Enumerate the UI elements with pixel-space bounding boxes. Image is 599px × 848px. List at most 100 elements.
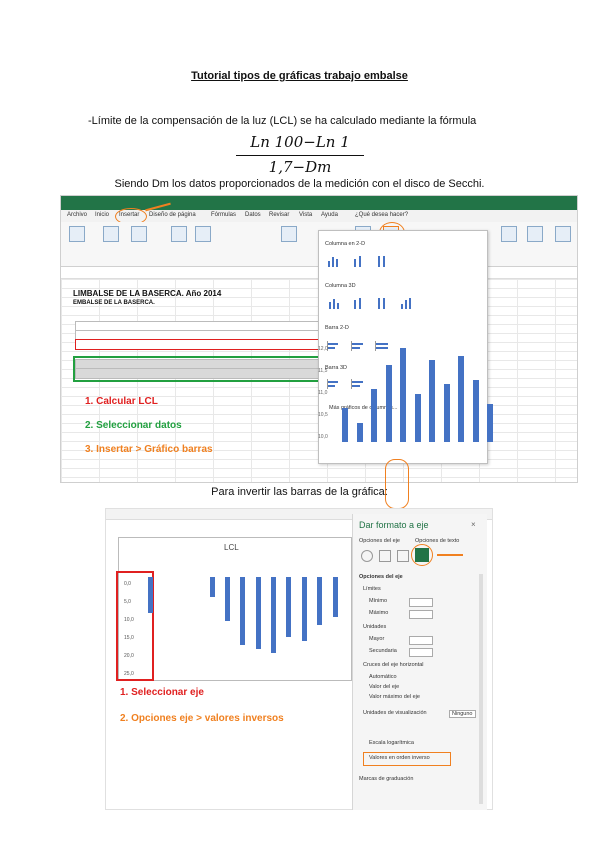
axis-label: 0,0 <box>124 581 131 587</box>
tab-formulas[interactable]: Fórmulas <box>211 212 236 218</box>
sheet-subtitle: EMBALSE DE LA BASERCA. <box>73 300 155 306</box>
column-sparkline-icon[interactable] <box>527 226 543 242</box>
chart-title: LCL <box>224 543 239 552</box>
minor-input[interactable] <box>409 648 433 657</box>
pivot-table-icon[interactable] <box>69 226 85 242</box>
inverted-bar <box>224 577 230 621</box>
inverted-bar <box>332 577 338 617</box>
chart-bar <box>429 360 436 442</box>
recommended-table-icon[interactable] <box>103 226 119 242</box>
inverted-bar <box>148 577 153 613</box>
inverted-bar <box>271 577 277 653</box>
tab-ayuda[interactable]: Ayuda <box>321 212 338 218</box>
min-input[interactable] <box>409 598 433 607</box>
inverted-bar <box>317 577 323 625</box>
radio-automatico[interactable]: Automático <box>369 674 397 680</box>
formula-numerator: Ln 100−Ln 1 <box>250 133 350 151</box>
label-limites: Límites <box>363 586 381 592</box>
label-unidades-visualizacion: Unidades de visualización <box>363 710 427 716</box>
column3d-icon-4[interactable] <box>399 297 413 309</box>
preview-bars <box>338 346 498 442</box>
chart-axis-label: 11,5 <box>318 368 328 374</box>
major-input[interactable] <box>409 636 433 645</box>
axis-label: 5,0 <box>124 599 131 605</box>
axis-options-highlight <box>411 544 433 566</box>
axis-label: 20,0 <box>124 653 134 659</box>
display-units-select[interactable]: Ninguno <box>449 710 476 718</box>
inverted-bar <box>240 577 246 645</box>
column3d-icon-2[interactable] <box>351 297 365 309</box>
chart-bar <box>400 347 407 442</box>
chart-preview-area: 12,0 11,5 11,0 10,5 10,0 <box>318 346 498 461</box>
radio-valor-eje[interactable]: Valor del eje <box>369 684 399 690</box>
inverted-bars <box>142 577 342 657</box>
arrow-icon <box>437 554 463 556</box>
chart-axis-label: 10,0 <box>318 434 328 440</box>
step-calcular-lcl: 1. Calcular LCL <box>85 396 158 407</box>
panel-title: Dar formato a eje <box>359 520 429 530</box>
max-input[interactable] <box>409 610 433 619</box>
line-sparkline-icon[interactable] <box>501 226 517 242</box>
chart-bar <box>443 384 450 442</box>
sheet-title: LIMBALSE DE LA BASERCA. Año 2014 <box>73 289 222 298</box>
checkbox-log-scale[interactable]: Escala logarítmica <box>369 740 414 746</box>
section-opciones-eje[interactable]: Opciones del eje <box>359 574 403 580</box>
dropdown-section-bar2d: Barra 2-D <box>325 325 349 331</box>
format-axis-panel: Dar formato a eje × Opciones del eje Opc… <box>352 514 487 810</box>
size-icon[interactable] <box>397 550 409 562</box>
lcl-formula: Ln 100−Ln 1 1,7−Dm <box>230 133 370 176</box>
tab-revisar[interactable]: Revisar <box>269 212 289 218</box>
chart-bar <box>414 394 421 442</box>
label-minimo: Mínimo <box>369 598 388 604</box>
inverted-bar <box>286 577 292 637</box>
tab-diseno[interactable]: Diseño de página <box>149 212 196 218</box>
label-mayor: Mayor <box>369 636 385 642</box>
addins-icon[interactable] <box>281 226 297 242</box>
chart-axis-label: 12,0 <box>318 346 328 352</box>
tab-vista[interactable]: Vista <box>299 212 312 218</box>
close-icon[interactable]: × <box>471 520 476 529</box>
clustered-column-icon[interactable] <box>327 255 341 267</box>
panel-scrollbar[interactable] <box>479 574 483 804</box>
label-secundaria: Secundaria <box>369 648 397 654</box>
column3d-icon-1[interactable] <box>327 297 341 309</box>
document-title: Tutorial tipos de gráficas trabajo embal… <box>191 70 408 82</box>
paragraph-invert: Para invertir las barras de la gráfica: <box>211 486 388 498</box>
full-stacked-column-icon[interactable] <box>375 255 389 267</box>
radio-valor-maximo[interactable]: Valor máximo del eje <box>369 694 420 700</box>
axis-label: 25,0 <box>124 671 134 677</box>
shapes-icon[interactable] <box>195 226 211 242</box>
tab-datos[interactable]: Datos <box>245 212 261 218</box>
chart-bar <box>458 355 465 442</box>
chart-bar <box>356 422 363 442</box>
tab-opciones-eje[interactable]: Opciones del eje <box>359 538 400 544</box>
effects-icon[interactable] <box>379 550 391 562</box>
table-icon[interactable] <box>131 226 147 242</box>
chart-bar <box>487 403 494 442</box>
label-unidades: Unidades <box>363 624 387 630</box>
column3d-icon-3[interactable] <box>375 297 389 309</box>
step-valores-inversos: 2. Opciones eje > valores inversos <box>120 713 284 724</box>
images-icon[interactable] <box>171 226 187 242</box>
chart-axis-label: 10,5 <box>318 412 328 418</box>
chart-axis-label: 11,0 <box>318 390 328 396</box>
chart-bar <box>371 389 378 442</box>
tab-inicio[interactable]: Inicio <box>95 212 109 218</box>
vertical-axis[interactable]: 0,0 5,0 10,0 15,0 20,0 25,0 <box>124 575 134 683</box>
tab-archivo[interactable]: Archivo <box>67 212 87 218</box>
axis-label: 15,0 <box>124 635 134 641</box>
section-marcas-graduacion[interactable]: Marcas de graduación <box>359 776 413 782</box>
stacked-column-icon[interactable] <box>351 255 365 267</box>
axis-label: 10,0 <box>124 617 134 623</box>
winloss-sparkline-icon[interactable] <box>555 226 571 242</box>
paragraph-secchi: Siendo Dm los datos proporcionados de la… <box>114 178 485 190</box>
dropdown-section-3d: Columna 3D <box>325 283 356 289</box>
fraction-bar <box>236 155 364 156</box>
paragraph-lcl: -Límite de la compensación de la luz (LC… <box>88 115 477 127</box>
step-seleccionar-datos: 2. Seleccionar datos <box>85 420 182 431</box>
dropdown-section-2d: Columna en 2-D <box>325 241 366 247</box>
inverted-bar <box>255 577 261 649</box>
fill-icon[interactable] <box>361 550 373 562</box>
checkbox-inverse-order[interactable]: Valores en orden inverso <box>369 755 430 761</box>
tell-me-box[interactable]: ¿Qué desea hacer? <box>355 212 408 218</box>
